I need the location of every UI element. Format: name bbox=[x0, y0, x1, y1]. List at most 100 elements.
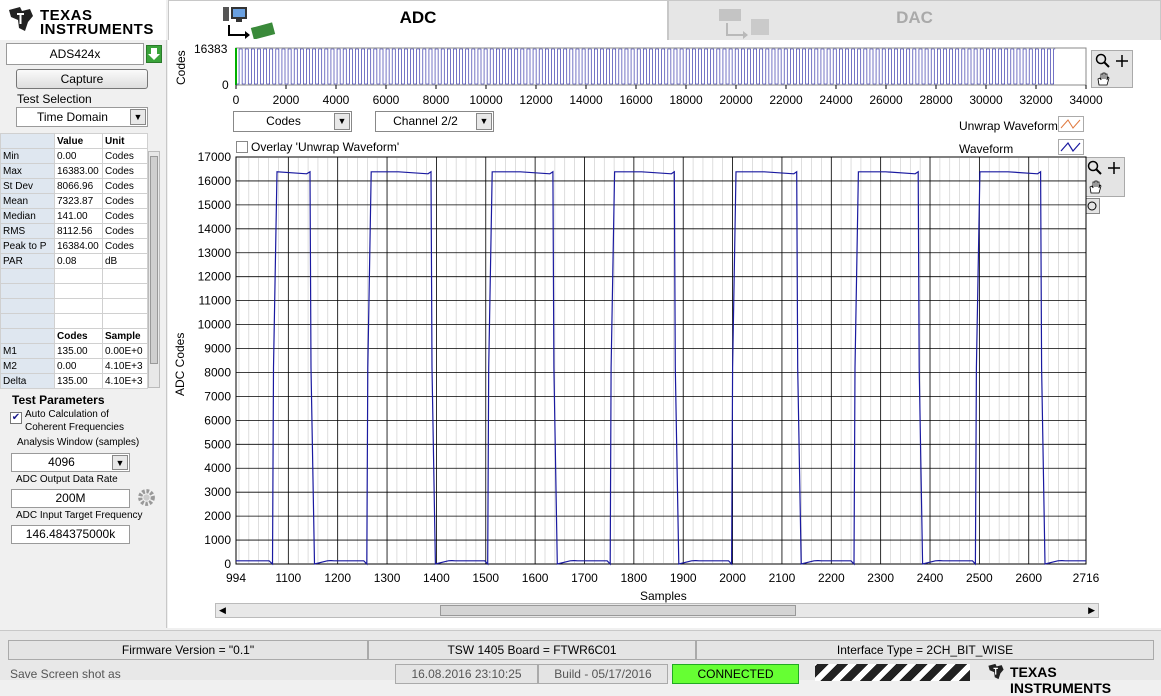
overview-tick-label: 12000 bbox=[519, 93, 553, 107]
ti-state-icon bbox=[988, 663, 1004, 680]
x-tick-label: 1800 bbox=[620, 571, 647, 585]
test-selection-label: Test Selection bbox=[17, 92, 92, 106]
stats-scrollbar[interactable] bbox=[148, 151, 160, 388]
stat-empty bbox=[102, 283, 148, 299]
units-dropdown[interactable]: Codes ▼ bbox=[233, 111, 352, 132]
marker-sample: 0.00E+0 bbox=[102, 343, 148, 359]
y-tick-label: 4000 bbox=[204, 461, 231, 475]
gear-icon[interactable] bbox=[136, 487, 157, 508]
marker-codes: 135.00 bbox=[54, 373, 103, 389]
overview-tick-label: 22000 bbox=[769, 93, 803, 107]
y-tick-label: 11000 bbox=[199, 294, 232, 308]
chevron-down-icon[interactable]: ▼ bbox=[112, 455, 128, 470]
overview-tick-label: 24000 bbox=[819, 93, 853, 107]
y-tick-label: 5000 bbox=[204, 437, 231, 451]
scroll-left-icon[interactable]: ◀ bbox=[219, 605, 226, 616]
tab-dac-label: DAC bbox=[896, 8, 933, 27]
analysis-window-dropdown[interactable]: 4096 ▼ bbox=[11, 453, 130, 472]
stat-empty bbox=[54, 268, 103, 284]
marker-codes: 0.00 bbox=[54, 358, 103, 374]
target-freq-input[interactable]: 146.484375000k bbox=[11, 525, 130, 544]
y-tick-label: 10000 bbox=[198, 318, 232, 332]
stats-scroll-thumb[interactable] bbox=[150, 156, 158, 364]
save-screenshot-label[interactable]: Save Screen shot as bbox=[10, 667, 121, 681]
x-tick-label: 2300 bbox=[867, 571, 894, 585]
stat-name: RMS bbox=[0, 223, 55, 239]
build-info: Build - 05/17/2016 bbox=[538, 664, 668, 684]
x-tick-label: 1600 bbox=[522, 571, 549, 585]
stat-empty bbox=[0, 268, 55, 284]
stats-corner bbox=[0, 133, 55, 149]
stat-empty bbox=[54, 313, 103, 329]
marker-header-sample: Sample bbox=[102, 328, 148, 344]
channel-dropdown[interactable]: Channel 2/2 ▼ bbox=[375, 111, 494, 132]
pan-hand-icon[interactable] bbox=[1095, 71, 1111, 87]
chevron-down-icon[interactable]: ▼ bbox=[130, 109, 146, 125]
capture-button[interactable]: Capture bbox=[16, 69, 148, 89]
y-tick-label: 6000 bbox=[204, 413, 231, 427]
stats-header-unit: Unit bbox=[102, 133, 148, 149]
test-selection-dropdown[interactable]: Time Domain ▼ bbox=[16, 107, 148, 127]
plot-frame bbox=[235, 156, 1087, 565]
stat-unit: Codes bbox=[102, 163, 148, 179]
zoom-icon[interactable] bbox=[1095, 53, 1111, 69]
x-tick-label: 2500 bbox=[966, 571, 993, 585]
device-select[interactable]: ADS424x bbox=[6, 43, 144, 65]
stat-unit: Codes bbox=[102, 223, 148, 239]
status-bar: Firmware Version = "0.1" TSW 1405 Board … bbox=[0, 630, 1161, 696]
x-tick-label: 1200 bbox=[324, 571, 351, 585]
connection-status: CONNECTED bbox=[672, 664, 799, 684]
overview-tick-label: 0 bbox=[233, 93, 240, 107]
stat-unit: Codes bbox=[102, 238, 148, 254]
main-plot[interactable]: 0 1000 2000 3000 4000 5000 6000 7000 8000 9000 100… bbox=[168, 150, 1161, 620]
crosshair-icon[interactable] bbox=[1114, 53, 1130, 69]
x-tick-label: 2716 bbox=[1073, 571, 1100, 585]
y-tick-label: 3000 bbox=[204, 485, 231, 499]
marker-codes: 135.00 bbox=[54, 343, 103, 359]
overview-tick-label: 8000 bbox=[423, 93, 450, 107]
auto-calc-checkbox[interactable]: ✔ bbox=[10, 412, 22, 424]
overview-tick-label: 30000 bbox=[969, 93, 1003, 107]
scroll-thumb[interactable] bbox=[440, 605, 796, 616]
overview-tick-label: 10000 bbox=[469, 93, 503, 107]
x-tick-label: 1900 bbox=[670, 571, 697, 585]
x-tick-label: 1300 bbox=[374, 571, 401, 585]
overview-tick-label: 34000 bbox=[1069, 93, 1103, 107]
stat-name: PAR bbox=[0, 253, 55, 269]
datetime: 16.08.2016 23:10:25 bbox=[395, 664, 538, 684]
stat-empty bbox=[0, 283, 55, 299]
overview-plot[interactable]: 0 2000 4000 6000 8000 10000 12000 14000 16000 180… bbox=[168, 40, 1161, 110]
overview-tick-label: 20000 bbox=[719, 93, 753, 107]
firmware-version: Firmware Version = "0.1" bbox=[8, 640, 368, 660]
y-tick-label: 16000 bbox=[198, 174, 232, 188]
chevron-down-icon[interactable]: ▼ bbox=[334, 113, 350, 130]
units-value: Codes bbox=[266, 114, 301, 128]
tab-adc[interactable]: ADC bbox=[168, 0, 668, 40]
legend-unwrap-label: Unwrap Waveform bbox=[959, 119, 1058, 133]
x-tick-label: 1400 bbox=[423, 571, 450, 585]
x-tick-label: 2100 bbox=[769, 571, 796, 585]
test-params-title: Test Parameters bbox=[12, 393, 105, 407]
chevron-down-icon[interactable]: ▼ bbox=[476, 113, 492, 130]
progress-stripes bbox=[815, 664, 970, 681]
horizontal-scrollbar[interactable]: ◀ ▶ bbox=[215, 603, 1099, 618]
target-freq-label: ADC Input Target Frequency bbox=[16, 510, 143, 521]
y-tick-label: 1000 bbox=[204, 533, 231, 547]
legend-unwrap-swatch bbox=[1058, 116, 1084, 132]
stat-name: Min bbox=[0, 148, 55, 164]
auto-calc-label-2: Coherent Frequencies bbox=[25, 422, 124, 433]
tab-dac[interactable]: DAC bbox=[668, 0, 1161, 40]
data-rate-input[interactable]: 200M bbox=[11, 489, 130, 508]
load-device-icon[interactable] bbox=[146, 45, 162, 63]
stat-value: 0.00 bbox=[54, 148, 103, 164]
marker-name: M2 bbox=[0, 358, 55, 374]
overview-tick-label: 32000 bbox=[1019, 93, 1053, 107]
overview-tick-label: 2000 bbox=[273, 93, 300, 107]
overview-tick-label: 26000 bbox=[869, 93, 903, 107]
y-tick-label: 9000 bbox=[204, 342, 231, 356]
marker-sample: 4.10E+3 bbox=[102, 373, 148, 389]
y-tick-label: 12000 bbox=[198, 270, 232, 284]
stat-empty bbox=[0, 298, 55, 314]
x-tick-label: 1500 bbox=[472, 571, 499, 585]
scroll-right-icon[interactable]: ▶ bbox=[1088, 605, 1095, 616]
